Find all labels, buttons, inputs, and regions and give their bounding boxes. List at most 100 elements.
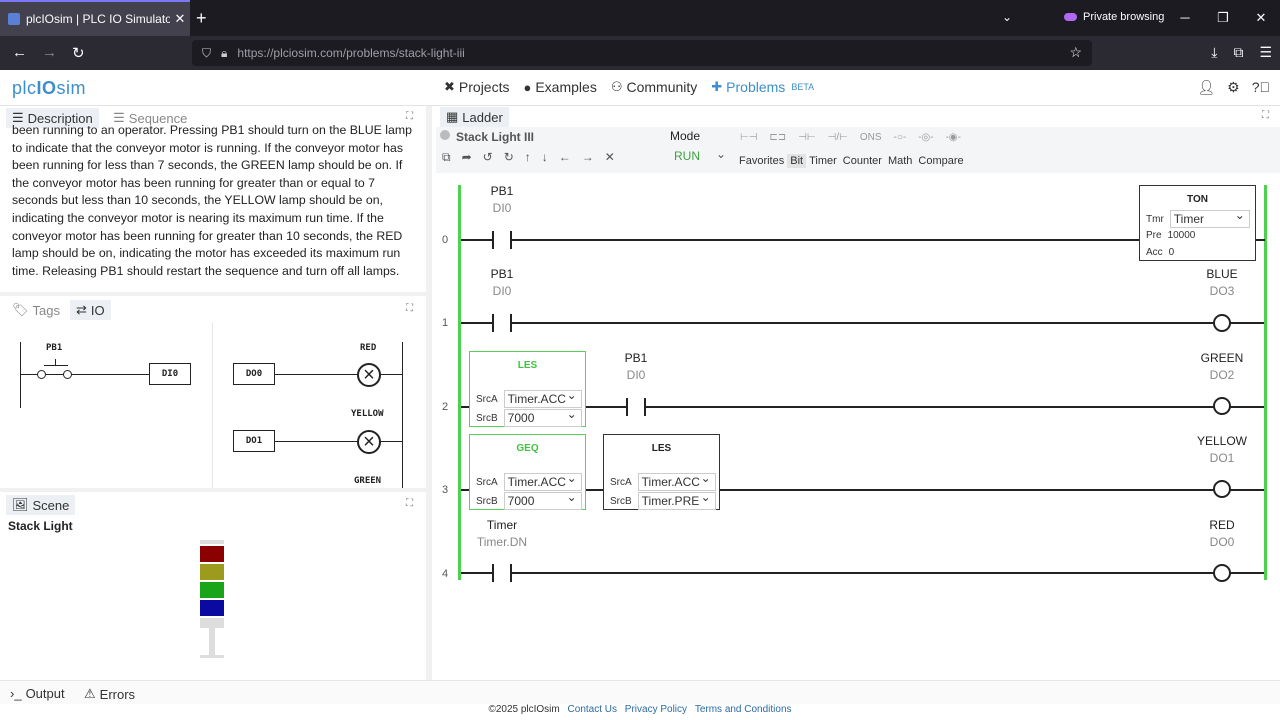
lock-icon[interactable]: 🔒︎ — [221, 46, 227, 61]
xic-contact[interactable] — [492, 231, 512, 249]
tools-icon: ✖ — [444, 79, 455, 94]
les-block[interactable]: LES SrcA Timer.ACC SrcB 7000 — [469, 351, 586, 427]
tab-list-chevron-icon[interactable]: ⌄ — [1002, 10, 1012, 24]
tab-math[interactable]: Math — [885, 154, 915, 168]
coil-tag[interactable]: BLUE — [1197, 267, 1247, 281]
move-down-icon[interactable]: ↓ — [542, 150, 548, 165]
tmr-select[interactable]: Timer — [1169, 208, 1250, 228]
address-bar[interactable]: ⛉ 🔒︎ https://plciosim.com/problems/stack… — [192, 40, 1092, 66]
splitter[interactable] — [0, 488, 426, 492]
minimize-icon[interactable]: ─ — [1166, 0, 1204, 36]
srca-select[interactable]: Timer.ACC — [637, 471, 716, 491]
ons-icon[interactable]: ONS — [860, 132, 882, 143]
coil-tag[interactable]: RED — [1197, 518, 1247, 532]
geq-block[interactable]: GEQ SrcA Timer.ACC SrcB 7000 — [469, 434, 586, 510]
ote-icon[interactable]: -○- — [893, 132, 906, 143]
browser-tab[interactable]: plcIOsim | PLC IO Simulator ✕ — [0, 0, 190, 36]
close-tab-icon[interactable]: ✕ — [170, 11, 190, 27]
move-up-icon[interactable]: ↑ — [525, 150, 531, 165]
splitter[interactable] — [426, 106, 432, 680]
nav-examples[interactable]: ● Examples — [523, 79, 596, 95]
xic-contact[interactable] — [492, 314, 512, 332]
splitter[interactable] — [0, 292, 426, 296]
rung-icon[interactable]: ⊏⊐ — [769, 132, 786, 143]
nav-problems[interactable]: ✚ Problems BETA — [711, 79, 814, 95]
expand-icon[interactable]: ⛶ — [406, 111, 413, 122]
privacy-link[interactable]: Privacy Policy — [625, 704, 687, 715]
tab-counter[interactable]: Counter — [840, 154, 885, 168]
downloads-icon[interactable]: ⤓ — [1211, 44, 1217, 61]
tab-errors[interactable]: ⚠ Errors — [78, 684, 141, 704]
user-icon[interactable]: 👤︎ — [1197, 79, 1215, 96]
contact-tag[interactable]: PB1 — [618, 351, 654, 365]
srca-select[interactable]: Timer.ACC — [503, 388, 582, 408]
tab-tags[interactable]: 🏷︎ Tags — [6, 300, 66, 320]
contact-tag[interactable]: Timer — [474, 518, 530, 532]
tab-timer[interactable]: Timer — [806, 154, 840, 168]
reload-icon[interactable]: ↻ — [72, 44, 85, 62]
otl-icon[interactable]: -◎- — [918, 132, 933, 143]
app-logo[interactable]: plcIOsim — [12, 78, 86, 99]
expand-icon[interactable]: ⛶ — [406, 498, 413, 509]
xic-icon[interactable]: ⊣⊢ — [798, 132, 815, 143]
tab-bit[interactable]: Bit — [787, 154, 807, 168]
move-right-icon[interactable]: → — [582, 150, 594, 165]
redo-icon[interactable]: ↻ — [504, 150, 514, 165]
extensions-icon[interactable]: ⧉ — [1233, 44, 1243, 61]
les-block[interactable]: LES SrcA Timer.ACC SrcB Timer.PRE — [603, 434, 720, 510]
back-icon[interactable]: ← — [12, 44, 27, 61]
close-window-icon[interactable]: ✕ — [1242, 0, 1280, 36]
xio-icon[interactable]: ⊣/⊢ — [828, 132, 848, 143]
coil-tag[interactable]: YELLOW — [1192, 434, 1252, 448]
pre-value[interactable]: 10000 — [1168, 230, 1196, 241]
expand-icon[interactable]: ⛶ — [406, 303, 413, 314]
help-icon[interactable]: ?⃝ — [1252, 79, 1270, 96]
menu-icon[interactable]: ☰ — [1259, 44, 1272, 61]
terms-link[interactable]: Terms and Conditions — [695, 704, 792, 715]
delete-icon[interactable]: ✕ — [605, 150, 615, 165]
bookmark-star-icon[interactable]: ☆ — [1069, 44, 1082, 61]
tab-ladder[interactable]: ▦ Ladder — [440, 107, 509, 127]
url-text[interactable]: https://plciosim.com/problems/stack-ligh… — [237, 46, 464, 60]
new-tab-icon[interactable]: + — [196, 8, 207, 29]
program-name[interactable]: Stack Light III — [456, 130, 534, 144]
xic-contact[interactable] — [626, 398, 646, 416]
nav-projects[interactable]: ✖ Projects — [444, 79, 509, 95]
expand-icon[interactable]: ⛶ — [1262, 110, 1269, 121]
srcb-select[interactable]: 7000 — [503, 407, 582, 427]
restore-icon[interactable]: ❐ — [1204, 0, 1242, 36]
pushbutton-icon[interactable] — [44, 365, 68, 366]
tab-compare[interactable]: Compare — [915, 154, 966, 168]
mode-select[interactable]: RUN ⌄ — [674, 147, 732, 163]
output-coil[interactable] — [1213, 397, 1231, 415]
contact-tag[interactable]: PB1 — [484, 267, 520, 281]
output-coil[interactable] — [1213, 480, 1231, 498]
tab-favorites[interactable]: Favorites — [736, 154, 787, 168]
copy-icon[interactable]: ⧉ — [442, 150, 451, 165]
output-coil[interactable] — [1213, 314, 1231, 332]
contact-tag[interactable]: PB1 — [484, 184, 520, 198]
ton-block[interactable]: TON Tmr Timer Pre 10000 Acc 0 — [1139, 185, 1256, 261]
undo-icon[interactable]: ↺ — [483, 150, 493, 165]
browser-toolbar-right: ⤓ ⧉ ☰ — [1211, 44, 1272, 61]
shield-icon[interactable]: ⛉ — [202, 46, 211, 61]
srcb-select[interactable]: 7000 — [503, 490, 582, 510]
nav-community[interactable]: ⚇ Community — [611, 79, 697, 95]
contact-link[interactable]: Contact Us — [568, 704, 617, 715]
otu-icon[interactable]: -◉- — [946, 132, 961, 143]
problem-description: been running to an operator. Pressing PB… — [12, 123, 412, 278]
output-coil[interactable] — [1213, 564, 1231, 582]
branch-icon[interactable]: ⊢⊣ — [740, 132, 757, 143]
xic-contact[interactable] — [492, 564, 512, 582]
move-left-icon[interactable]: ← — [559, 150, 571, 165]
srcb-select[interactable]: Timer.PRE — [637, 490, 716, 510]
coil-tag[interactable]: GREEN — [1192, 351, 1252, 365]
settings-icon[interactable]: ⚙ — [1227, 79, 1240, 96]
tab-io[interactable]: ⇄ IO — [70, 300, 111, 320]
tab-output[interactable]: ›_ Output — [4, 684, 71, 703]
srca-select[interactable]: Timer.ACC — [503, 471, 582, 491]
row-label: Pre — [1146, 230, 1162, 241]
forward-icon[interactable]: → — [42, 44, 57, 61]
share-icon[interactable]: ➦ — [462, 150, 472, 165]
tab-scene[interactable]: 🖼︎ Scene — [6, 495, 76, 515]
